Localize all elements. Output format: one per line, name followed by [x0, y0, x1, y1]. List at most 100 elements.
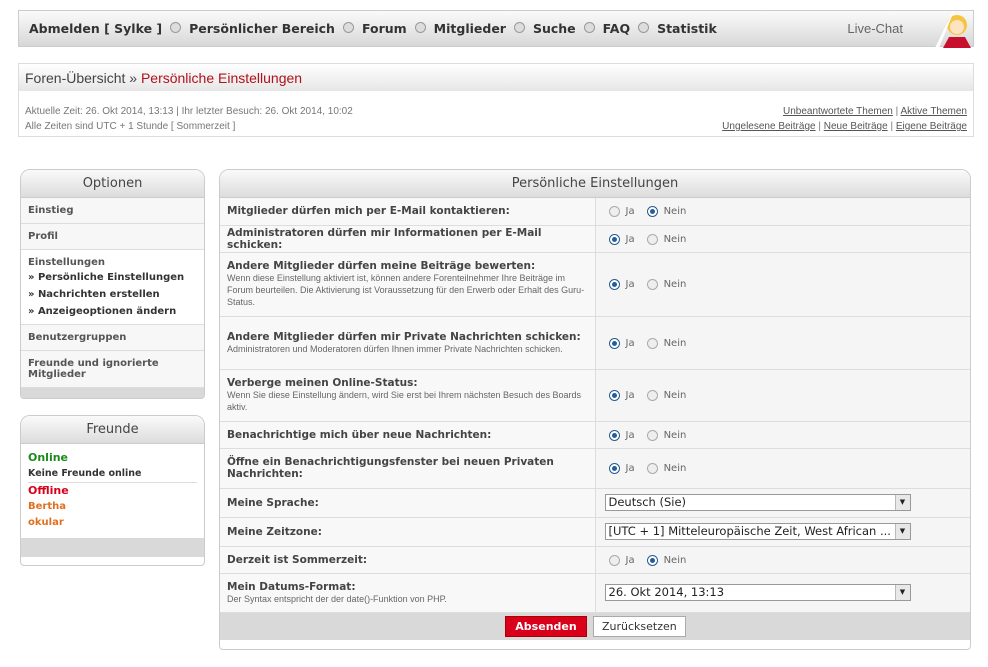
radio-yes-label: Ja [625, 233, 635, 245]
nav-item[interactable]: Abmelden [ Sylke ] [29, 21, 162, 36]
radio-no[interactable] [646, 337, 658, 349]
setting-control-cell: Ja Nein [595, 225, 970, 253]
option-einstellungen-label[interactable]: Einstellungen [28, 257, 105, 268]
friend-okular[interactable]: okular [28, 515, 197, 531]
setting-label-cell: Verberge meinen Online-Status: Wenn Sie d… [220, 369, 596, 422]
radio-no-label: Nein [663, 279, 687, 290]
setting-label-cell: Benachrichtige mich über neue Nachrichte… [220, 421, 596, 449]
own-posts-link[interactable]: Eigene Beiträge [896, 121, 967, 132]
setting-label-cell: Andere Mitglieder dürfen mir Private Nac… [220, 316, 596, 370]
sub-anzeigeoptionen[interactable]: » Anzeigeoptionen ändern [28, 306, 197, 317]
radio-no[interactable] [646, 429, 658, 441]
nav-separator-icon [513, 22, 525, 33]
radio-yes[interactable] [608, 233, 620, 245]
setting-control-cell: Ja Nein [595, 546, 970, 574]
setting-row: Meine Zeitzone: [UTC + 1] Mitteleuropäisc… [220, 517, 970, 547]
setting-control-cell: Ja Nein [595, 448, 970, 489]
setting-row: Derzeit ist Sommerzeit: Ja Nein [220, 546, 970, 574]
reset-button[interactable]: Zurücksetzen [593, 615, 686, 637]
friends-list: Online Keine Freunde online Offline Bert… [21, 444, 204, 537]
setting-control-cell: Ja Nein [595, 198, 970, 226]
setting-label: Öffne ein Benachrichtigungsfenster bei n… [227, 456, 554, 480]
setting-label: Meine Sprache: [227, 496, 319, 509]
radio-no-label: Nein [663, 206, 687, 218]
radio-yes-label: Ja [625, 429, 635, 441]
radio-no[interactable] [646, 390, 658, 401]
setting-label-cell: Öffne ein Benachrichtigungsfenster bei n… [220, 448, 596, 489]
active-topics-link[interactable]: Aktive Themen [900, 106, 967, 117]
breadcrumb-root[interactable]: Foren-Übersicht [25, 70, 125, 86]
radio-no[interactable] [646, 233, 658, 245]
live-chat-avatar-icon[interactable] [935, 11, 973, 48]
button-bar: Absenden Zurücksetzen [220, 612, 970, 640]
nav-item[interactable]: FAQ [603, 21, 630, 36]
options-title: Optionen [21, 170, 204, 198]
option-freunde-ignorierte[interactable]: Freunde und ignorierte Mitglieder [21, 351, 204, 388]
sub-persoenliche-einstellungen[interactable]: » Persönliche Einstellungen [28, 272, 197, 283]
option-benutzergruppen[interactable]: Benutzergruppen [21, 325, 204, 351]
unread-posts-link[interactable]: Ungelesene Beiträge [722, 121, 815, 132]
radio-yes-label: Ja [625, 337, 635, 349]
radio-no-label: Nein [663, 554, 687, 566]
nav-item[interactable]: Persönlicher Bereich [189, 21, 335, 36]
setting-label: Benachrichtige mich über neue Nachrichte… [227, 428, 492, 441]
radio-no[interactable] [646, 279, 658, 290]
radio-no[interactable] [646, 463, 658, 474]
setting-row: Andere Mitglieder dürfen meine Beiträge … [220, 252, 970, 317]
setting-control-cell: Ja Nein [595, 421, 970, 449]
radio-yes[interactable] [608, 429, 620, 441]
setting-control-cell: Ja Nein [595, 369, 970, 422]
setting-label-cell: Mitglieder dürfen mich per E-Mail kontak… [220, 198, 596, 226]
option-einstieg[interactable]: Einstieg [21, 198, 204, 224]
select-value: [UTC + 1] Mitteleuropäische Zeit, West A… [608, 524, 891, 538]
radio-yes[interactable] [608, 554, 620, 566]
setting-description: Administratoren und Moderatoren dürfen I… [227, 343, 563, 354]
radio-no[interactable] [646, 206, 658, 218]
dropdown-arrow-icon[interactable]: ▼ [894, 585, 910, 600]
nav-separator-icon [414, 22, 426, 33]
setting-control-cell: Ja Nein [595, 252, 970, 317]
nav-item[interactable]: Mitglieder [434, 21, 506, 36]
settings-title: Persönliche Einstellungen [220, 170, 970, 198]
radio-yes[interactable] [608, 337, 620, 349]
options-footer [21, 388, 204, 398]
radio-yes[interactable] [608, 390, 620, 401]
setting-label: Andere Mitglieder dürfen meine Beiträge … [227, 260, 536, 272]
breadcrumb-current: Persönliche Einstellungen [140, 70, 303, 86]
nav-separator-icon [583, 22, 595, 33]
sub-nachrichten-erstellen[interactable]: » Nachrichten erstellen [28, 289, 197, 300]
option-einstellungen: Einstellungen » Persönliche Einstellunge… [21, 250, 204, 325]
submit-button[interactable]: Absenden [505, 615, 587, 637]
setting-select[interactable]: Deutsch (Sie) ▼ [604, 494, 911, 511]
option-profil[interactable]: Profil [21, 224, 204, 250]
radio-no[interactable] [646, 554, 658, 566]
setting-row: Administratoren dürfen mir Informationen… [220, 225, 970, 253]
live-chat-link[interactable]: Live-Chat [847, 21, 903, 36]
radio-yes-label: Ja [625, 206, 635, 218]
radio-yes-label: Ja [625, 463, 635, 474]
radio-yes[interactable] [608, 206, 620, 218]
quick-links: Unbeantwortete Themen | Aktive Themen Un… [722, 106, 967, 132]
breadcrumb: Foren-Übersicht » Persönliche Einstellun… [19, 64, 973, 91]
unanswered-topics-link[interactable]: Unbeantwortete Themen [783, 106, 893, 117]
setting-row: Meine Sprache: Deutsch (Sie) ▼ [220, 488, 970, 518]
friends-panel: Freunde Online Keine Freunde online Offl… [20, 415, 205, 566]
new-posts-link[interactable]: Neue Beiträge [824, 121, 888, 132]
radio-yes[interactable] [608, 463, 620, 474]
nav-item[interactable]: Statistik [657, 21, 717, 36]
top-navigation: Abmelden [ Sylke ] Persönlicher Bereich Fo… [18, 10, 974, 48]
setting-select[interactable]: 26. Okt 2014, 13:13 ▼ [604, 584, 911, 601]
select-value: Deutsch (Sie) [608, 495, 687, 509]
friend-bertha[interactable]: Bertha [28, 499, 197, 515]
setting-label-cell: Mein Datums-Format: Der Syntax entspricht… [220, 573, 596, 613]
time-info: Aktuelle Zeit: 26. Okt 2014, 13:13 | Ihr… [25, 104, 967, 134]
setting-select[interactable]: [UTC + 1] Mitteleuropäische Zeit, West A… [604, 523, 911, 540]
dropdown-arrow-icon[interactable]: ▼ [894, 524, 910, 539]
radio-yes[interactable] [608, 279, 620, 290]
nav-item[interactable]: Suche [533, 21, 576, 36]
dropdown-arrow-icon[interactable]: ▼ [894, 495, 910, 510]
setting-label: Derzeit ist Sommerzeit: [227, 553, 368, 566]
select-value: 26. Okt 2014, 13:13 [608, 585, 725, 599]
nav-item[interactable]: Forum [362, 21, 407, 36]
setting-label: Administratoren dürfen mir Informationen… [227, 226, 542, 251]
